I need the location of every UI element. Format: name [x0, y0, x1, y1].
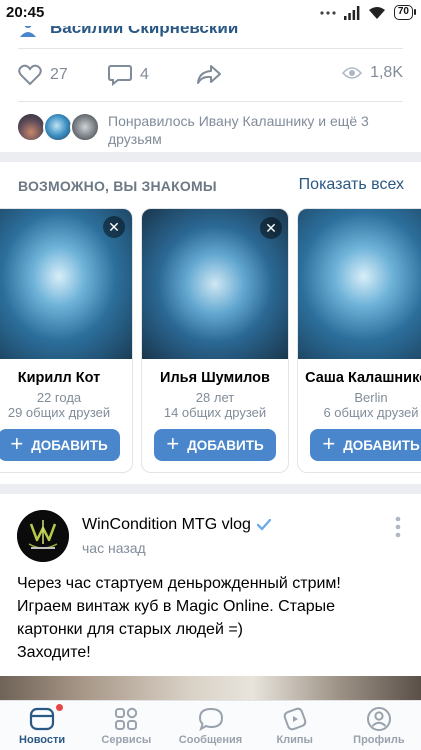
- suggestion-age: 28 лет: [195, 390, 235, 405]
- signal-icon: [343, 5, 360, 20]
- section-gap: [0, 152, 421, 162]
- status-icons: 70: [320, 5, 417, 20]
- add-friend-button[interactable]: + ДОБАВИТЬ: [0, 429, 120, 461]
- comment-icon: [108, 65, 132, 86]
- like-count: 27: [50, 66, 68, 83]
- suggestion-mutual: 29 общих друзей: [7, 405, 111, 420]
- wifi-icon: [368, 6, 385, 19]
- suggestion-mutual: 6 общих друзей: [323, 405, 419, 420]
- show-all-link[interactable]: Показать всех: [299, 176, 404, 194]
- add-friend-label: ДОБАВИТЬ: [31, 437, 108, 453]
- status-time: 20:45: [6, 4, 45, 21]
- post-text-line: Через час стартуем деньрожденный стрим!: [17, 575, 341, 592]
- friend-suggestion-card[interactable]: ✕ Илья Шумилов 28 лет 14 общих друзей + …: [141, 208, 289, 473]
- add-friend-button[interactable]: + ДОБАВИТЬ: [310, 429, 421, 461]
- news-icon: [29, 707, 55, 731]
- suggestion-name[interactable]: Саша Калашников: [298, 370, 421, 386]
- post-text: Через час стартуем деньрожденный стрим! …: [17, 572, 409, 664]
- more-dots-icon: [320, 10, 336, 15]
- post-time: час назад: [82, 540, 146, 556]
- suggestion-photo: [298, 209, 421, 359]
- heart-icon: [18, 64, 42, 86]
- post-text-line: Играем винтаж куб в Magic Online. Старые: [17, 598, 336, 615]
- post-text-line: Заходите!: [17, 644, 91, 661]
- close-icon[interactable]: ✕: [260, 217, 282, 239]
- suggestion-name[interactable]: Кирилл Кот: [0, 370, 132, 386]
- pymk-title: ВОЗМОЖНО, ВЫ ЗНАКОМЫ: [18, 178, 217, 194]
- messages-icon: [198, 707, 223, 732]
- tab-clips[interactable]: Клипы: [253, 701, 337, 750]
- suggestion-city: Berlin: [354, 390, 388, 405]
- avatar: [43, 112, 73, 142]
- bottom-tab-bar: Новости Сервисы Сообщения Клипы Профиль: [0, 700, 421, 750]
- status-bar: 20:45 70: [0, 0, 421, 26]
- like-button[interactable]: 27: [18, 64, 68, 86]
- post-header: WinCondition MTG vlog час назад: [0, 506, 421, 566]
- friend-suggestion-card[interactable]: Кирилл Кот 22 года 29 общих друзей + ДОБ…: [0, 208, 133, 473]
- comment-button[interactable]: 4: [108, 64, 149, 86]
- news-feed-screen: 20:45 70 Василий Скирневский 27 4 1,8K П…: [0, 0, 421, 750]
- notification-dot: [56, 704, 63, 711]
- group-name-text: WinCondition MTG vlog: [82, 516, 251, 533]
- tab-profile[interactable]: Профиль: [337, 701, 421, 750]
- add-friend-label: ДОБАВИТЬ: [187, 437, 264, 453]
- share-button[interactable]: [196, 64, 222, 86]
- add-friend-button[interactable]: + ДОБАВИТЬ: [154, 429, 276, 461]
- add-friend-label: ДОБАВИТЬ: [343, 437, 420, 453]
- section-gap: [0, 484, 421, 494]
- clips-icon: [283, 707, 306, 731]
- plus-icon: +: [10, 431, 24, 456]
- avatar: [70, 112, 100, 142]
- tab-label: Сервисы: [101, 734, 152, 746]
- divider: [18, 48, 403, 49]
- eye-icon: [342, 67, 363, 79]
- more-vertical-icon[interactable]: [395, 516, 401, 538]
- battery-indicator: 70: [393, 5, 417, 20]
- prev-post-actions: 27 4 1,8K: [0, 60, 421, 94]
- close-icon[interactable]: ✕: [103, 216, 125, 238]
- tab-label: Сообщения: [178, 734, 243, 746]
- views-count: 1,8K: [370, 64, 403, 81]
- tab-label: Новости: [19, 734, 66, 746]
- friend-suggestion-card[interactable]: Саша Калашников Berlin 6 общих друзей + …: [297, 208, 421, 473]
- avatar: [16, 112, 46, 142]
- tab-label: Профиль: [353, 734, 405, 746]
- divider: [18, 101, 403, 102]
- tab-news[interactable]: Новости: [0, 701, 84, 750]
- verified-icon: [256, 519, 271, 531]
- views-counter: 1,8K: [342, 64, 403, 82]
- profile-icon: [366, 707, 391, 731]
- liked-by-text: Понравилось Ивану Калашнику и ещё 3 друз…: [108, 113, 369, 147]
- suggestion-age: 22 года: [36, 390, 82, 405]
- tab-label: Клипы: [276, 734, 313, 746]
- tab-messages[interactable]: Сообщения: [168, 701, 252, 750]
- group-avatar[interactable]: [17, 510, 69, 562]
- share-icon: [197, 65, 221, 84]
- suggestion-name[interactable]: Илья Шумилов: [142, 370, 288, 386]
- suggestion-mutual: 14 общих друзей: [163, 405, 267, 420]
- liked-by-row[interactable]: Понравилось Ивану Калашнику и ещё 3 друз…: [0, 106, 421, 152]
- comment-count: 4: [140, 66, 149, 83]
- plus-icon: +: [166, 431, 180, 456]
- pymk-header: ВОЗМОЖНО, ВЫ ЗНАКОМЫ Показать всех: [0, 176, 421, 198]
- services-icon: [115, 707, 138, 730]
- liked-avatars: [16, 112, 102, 142]
- plus-icon: +: [322, 431, 336, 456]
- tab-services[interactable]: Сервисы: [84, 701, 168, 750]
- group-name[interactable]: WinCondition MTG vlog: [82, 516, 271, 534]
- wincondition-logo: [17, 510, 69, 562]
- post-text-line: картонки для старых людей =): [17, 621, 244, 638]
